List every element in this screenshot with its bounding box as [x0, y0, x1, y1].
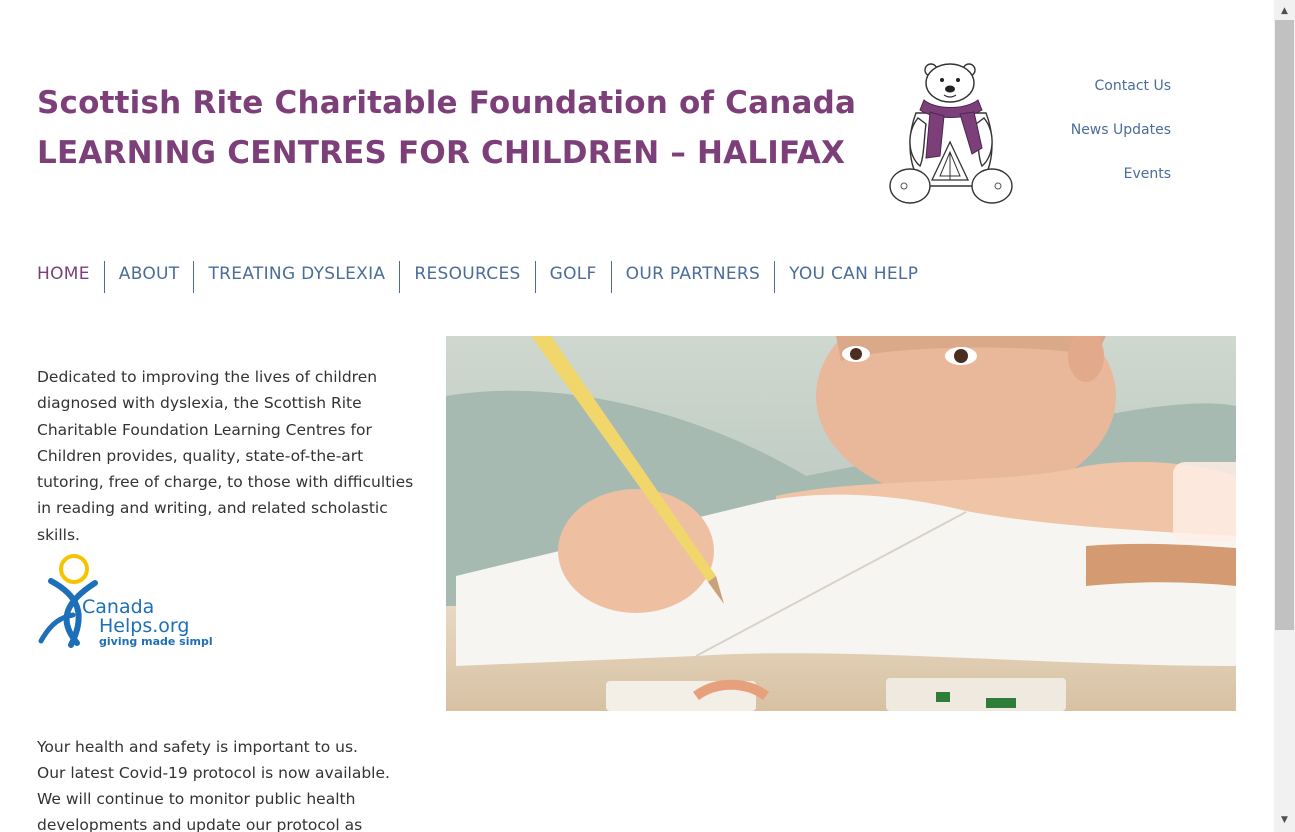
nav-resources[interactable]: RESOURCES — [399, 261, 534, 293]
bear-logo[interactable] — [886, 58, 1026, 208]
main-nav: HOME ABOUT TREATING DYSLEXIA RESOURCES G… — [37, 261, 932, 293]
intro-paragraph: Dedicated to improving the lives of chil… — [37, 368, 414, 544]
nav-our-partners[interactable]: OUR PARTNERS — [610, 261, 774, 293]
scroll-down-icon[interactable]: ▼ — [1274, 812, 1295, 829]
covid-line1: Your health and safety is important to u… — [37, 738, 358, 756]
site-title-line2: LEARNING CENTRES FOR CHILDREN – HALIFAX — [37, 135, 846, 171]
events-link[interactable]: Events — [1071, 164, 1171, 208]
covid-notice: Your health and safety is important to u… — [37, 734, 417, 832]
canadahelps-logo[interactable]: Canada Helps.org giving made simple — [37, 553, 212, 651]
vertical-scrollbar[interactable]: ▲ ▼ — [1274, 0, 1295, 832]
scroll-thumb[interactable] — [1275, 20, 1294, 630]
nav-about[interactable]: ABOUT — [103, 261, 194, 293]
contact-us-link[interactable]: Contact Us — [1071, 76, 1171, 120]
covid-line3: We will continue to monitor public healt… — [37, 790, 356, 808]
news-updates-link[interactable]: News Updates — [1071, 120, 1171, 164]
hero-side-tab[interactable] — [1173, 462, 1236, 542]
site-title-line1: Scottish Rite Charitable Foundation of C… — [37, 85, 857, 121]
covid-line4: developments and update our protocol as — [37, 816, 363, 832]
canadahelps-tagline: giving made simple — [99, 635, 212, 648]
nav-treating-dyslexia[interactable]: TREATING DYSLEXIA — [193, 261, 399, 293]
site-title[interactable]: Scottish Rite Charitable Foundation of C… — [37, 78, 856, 178]
nav-golf[interactable]: GOLF — [534, 261, 611, 293]
hero-image — [446, 336, 1236, 711]
canadahelps-line2: Helps.org — [99, 615, 189, 637]
top-links: Contact Us News Updates Events — [1071, 76, 1171, 208]
covid-line2: Our latest Covid-19 protocol is now avai… — [37, 764, 390, 782]
nav-you-can-help[interactable]: YOU CAN HELP — [774, 261, 932, 293]
page: Scottish Rite Charitable Foundation of C… — [0, 0, 1295, 832]
nav-home[interactable]: HOME — [37, 261, 104, 293]
scroll-up-icon[interactable]: ▲ — [1274, 3, 1295, 20]
